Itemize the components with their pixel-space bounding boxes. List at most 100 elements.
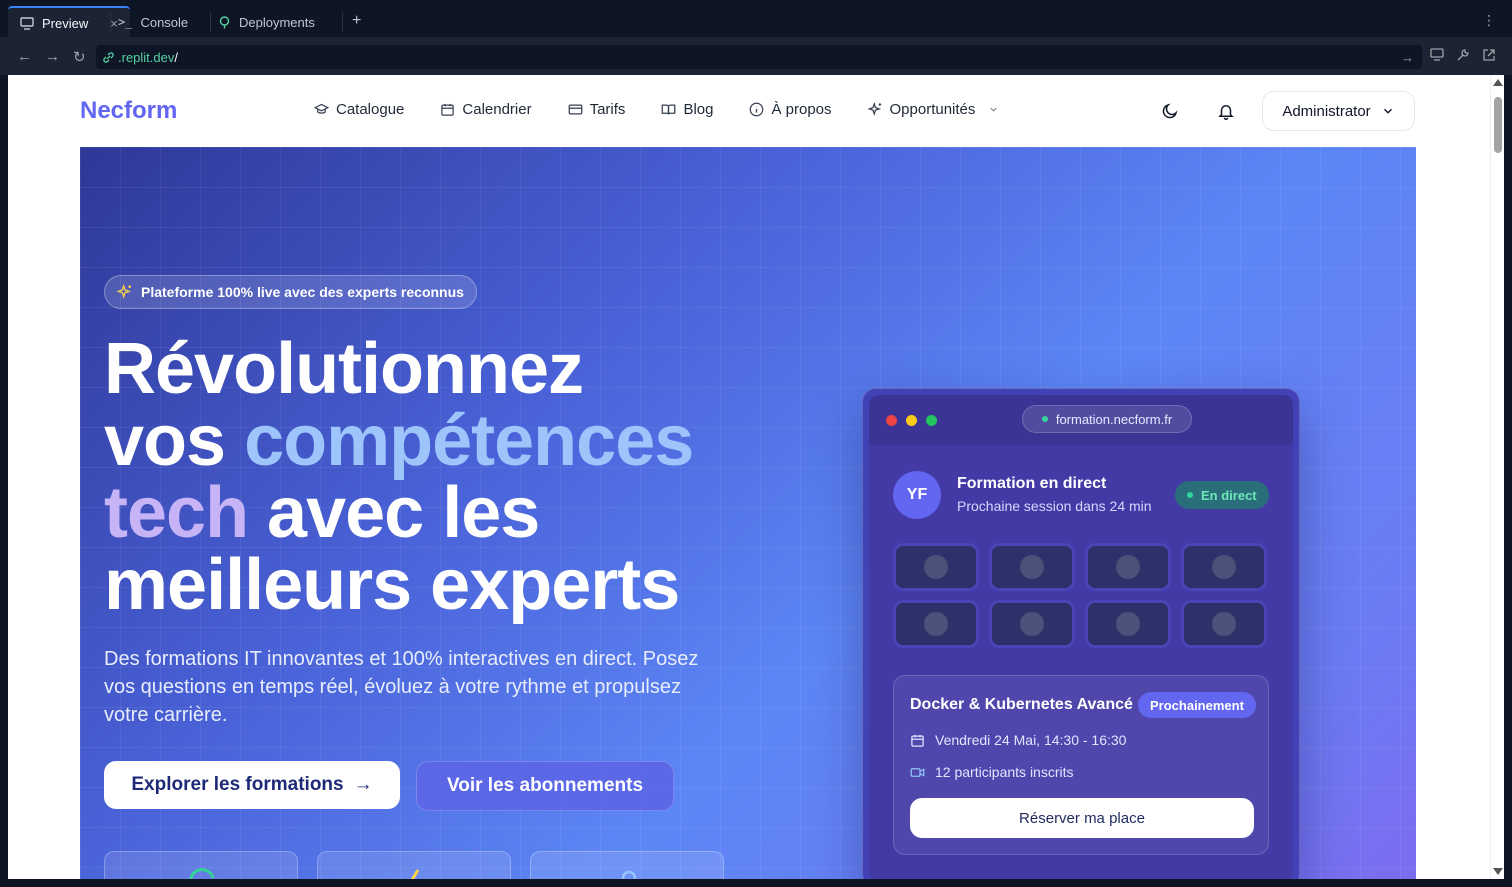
graduation-cap-icon bbox=[314, 103, 329, 114]
wrench-icon[interactable] bbox=[1456, 48, 1470, 65]
live-title: Formation en direct bbox=[957, 475, 1107, 492]
main-nav: Catalogue Calendrier Tarifs Blog À propo… bbox=[314, 101, 999, 118]
tab-label: Deployments bbox=[239, 14, 315, 30]
credit-card-icon bbox=[568, 104, 582, 115]
feature-card bbox=[104, 851, 298, 879]
check-circle-icon bbox=[189, 868, 215, 879]
notifications-bell-icon[interactable] bbox=[1217, 102, 1235, 120]
scroll-up-arrow-icon[interactable] bbox=[1493, 79, 1503, 86]
participant-tile bbox=[989, 543, 1075, 591]
view-subscriptions-button[interactable]: Voir les abonnements bbox=[416, 761, 674, 811]
session-date-text: Vendredi 24 Mai, 14:30 - 16:30 bbox=[935, 732, 1127, 748]
participant-avatar bbox=[924, 612, 948, 636]
hero-heading-line: Révolutionnez bbox=[104, 329, 584, 409]
hero-lead: Des formations IT innovantes et 100% int… bbox=[104, 648, 699, 726]
session-title: Docker & Kubernetes Avancé bbox=[910, 696, 1133, 713]
info-icon bbox=[750, 102, 764, 117]
site-logo[interactable]: Necform bbox=[80, 97, 177, 125]
scroll-thumb[interactable] bbox=[1494, 97, 1502, 153]
page-scrollbar[interactable] bbox=[1490, 75, 1504, 879]
hero-heading-line: meilleurs experts bbox=[104, 545, 680, 625]
arrow-right-icon: → bbox=[353, 774, 373, 795]
live-status-badge: En direct bbox=[1175, 481, 1269, 509]
chevron-down-icon bbox=[1383, 108, 1392, 114]
nav-label: Tarifs bbox=[589, 101, 626, 118]
deploy-icon bbox=[219, 15, 230, 28]
nav-item-blog[interactable]: Blog bbox=[661, 101, 713, 118]
forward-icon[interactable]: → bbox=[45, 48, 60, 65]
nav-item-tarifs[interactable]: Tarifs bbox=[568, 101, 626, 118]
hero-badge-text: Plateforme 100% live avec des experts re… bbox=[141, 284, 464, 300]
participant-avatar bbox=[924, 555, 948, 579]
calendar-icon bbox=[911, 734, 924, 747]
participant-tile bbox=[893, 543, 979, 591]
explore-formations-button[interactable]: Explorer les formations → bbox=[104, 761, 400, 809]
window-minimize-dot bbox=[906, 415, 917, 426]
feature-card bbox=[317, 851, 511, 879]
ide-tab-bar: Preview × >_ Console Deployments + ⋮ bbox=[0, 0, 1512, 38]
monitor-icon bbox=[20, 16, 34, 30]
participant-tile bbox=[1181, 543, 1267, 591]
button-label: Explorer les formations bbox=[131, 774, 344, 795]
nav-item-a-propos[interactable]: À propos bbox=[749, 101, 832, 118]
devices-icon[interactable] bbox=[1430, 48, 1444, 64]
hero-section: Plateforme 100% live avec des experts re… bbox=[80, 147, 1416, 879]
nav-item-calendrier[interactable]: Calendrier bbox=[440, 101, 532, 118]
live-badge-label: En direct bbox=[1201, 487, 1257, 503]
feature-card bbox=[530, 851, 724, 879]
participant-grid bbox=[893, 543, 1267, 648]
participant-avatar bbox=[1212, 612, 1236, 636]
book-open-icon bbox=[662, 104, 676, 115]
user-menu-button[interactable]: Administrator bbox=[1262, 91, 1415, 131]
tab-deployments[interactable]: Deployments bbox=[206, 6, 327, 38]
user-icon bbox=[621, 870, 637, 879]
hero-heading-part: vos bbox=[104, 401, 245, 481]
mockup-url: formation.necform.fr bbox=[1055, 411, 1173, 427]
go-icon[interactable]: → bbox=[1401, 50, 1414, 65]
session-participants-text: 12 participants inscrits bbox=[935, 764, 1074, 780]
terminal-icon: >_ bbox=[118, 15, 133, 29]
user-menu-label: Administrator bbox=[1282, 102, 1371, 120]
nav-item-opportunites[interactable]: Opportunités bbox=[867, 101, 1000, 118]
reserve-button[interactable]: Réserver ma place bbox=[910, 798, 1254, 838]
tab-console[interactable]: >_ Console bbox=[106, 6, 200, 38]
participant-tile bbox=[989, 600, 1075, 648]
hero-heading-highlight-violet: tech bbox=[104, 473, 249, 553]
nav-item-catalogue[interactable]: Catalogue bbox=[314, 101, 404, 118]
scroll-down-arrow-icon[interactable] bbox=[1493, 868, 1503, 875]
button-label: Voir les abonnements bbox=[446, 775, 644, 796]
tab-label: Console bbox=[140, 14, 189, 30]
url-host: .replit.dev bbox=[118, 49, 175, 65]
participant-avatar bbox=[1116, 612, 1140, 636]
more-menu-icon[interactable]: ⋮ bbox=[1482, 12, 1496, 29]
mockup-url-pill: formation.necform.fr bbox=[1022, 405, 1192, 433]
chevron-down-icon bbox=[990, 107, 997, 112]
session-date: Vendredi 24 Mai, 14:30 - 16:30 bbox=[910, 732, 1126, 748]
video-icon bbox=[910, 767, 925, 777]
nav-label: Blog bbox=[683, 101, 714, 118]
session-status-badge: Prochainement bbox=[1138, 692, 1256, 718]
live-dot bbox=[1187, 492, 1193, 498]
url-path: / bbox=[174, 49, 178, 65]
url-input[interactable]: .replit.dev / → bbox=[96, 45, 1422, 69]
status-dot bbox=[1041, 416, 1048, 422]
participant-avatar bbox=[1020, 612, 1044, 636]
mockup-window: formation.necform.fr YF Formation en dir… bbox=[869, 395, 1293, 879]
hero-badge: Plateforme 100% live avec des experts re… bbox=[104, 275, 477, 309]
tab-label: Preview bbox=[42, 15, 89, 31]
hero-heading-highlight-blue: compétences bbox=[244, 401, 694, 481]
participant-tile bbox=[1085, 543, 1171, 591]
back-icon[interactable]: ← bbox=[17, 48, 32, 65]
theme-toggle-moon-icon[interactable] bbox=[1161, 102, 1179, 120]
reload-icon[interactable]: ↻ bbox=[73, 48, 86, 66]
open-external-icon[interactable] bbox=[1482, 48, 1496, 65]
participant-avatar bbox=[1212, 555, 1236, 579]
participant-tile bbox=[893, 600, 979, 648]
mockup-titlebar: formation.necform.fr bbox=[869, 395, 1293, 445]
hero-heading: Révolutionnez vos compétences tech avec … bbox=[104, 333, 764, 621]
participant-tile bbox=[1181, 600, 1267, 648]
add-tab-icon[interactable]: + bbox=[352, 12, 361, 30]
lightning-icon bbox=[410, 869, 420, 879]
link-icon bbox=[103, 51, 114, 63]
nav-label: Calendrier bbox=[462, 101, 532, 118]
